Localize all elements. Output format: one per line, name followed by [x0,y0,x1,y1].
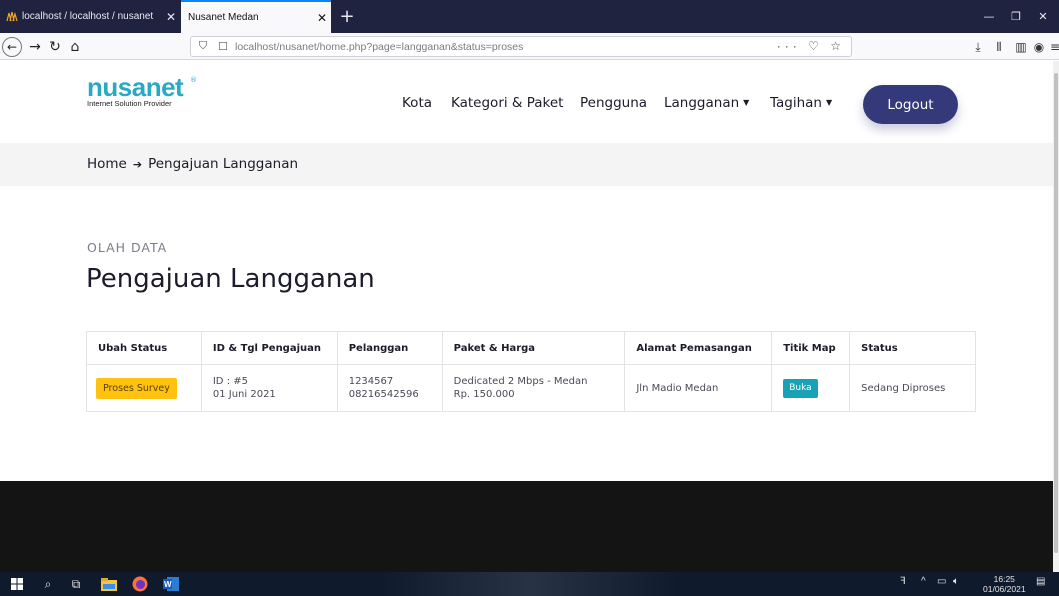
table-row: Proses Survey ID : #5 01 Juni 2021 123456… [86,364,976,412]
column-header: Paket & Harga [441,331,626,365]
page-info-icon[interactable]: ☐ [215,40,231,53]
vertical-scrollbar[interactable] [1053,61,1059,572]
pocket-icon[interactable]: ♡ [808,39,823,53]
reload-icon[interactable]: ↻ [44,36,66,58]
installation-address: Jln Madio Medan [624,364,773,412]
column-header: ID & Tgl Pengajuan [200,331,338,365]
close-tab-icon[interactable]: ✕ [313,11,331,25]
browser-tab-strip: localhost / localhost / nusanet ✕ Nusane… [0,0,1059,33]
scrollbar-thumb[interactable] [1054,73,1058,553]
request-id: ID : #5 [212,376,248,387]
system-clock[interactable]: 16:25 01/06/2021 [983,574,1026,594]
new-tab-icon[interactable]: + [334,0,360,33]
restore-icon[interactable]: ❐ [1003,0,1029,33]
menu-icon[interactable]: ≡ [1046,38,1059,56]
battery-icon[interactable]: ▭ [937,576,946,587]
taskbar-running-apps [380,572,680,596]
word-icon[interactable]: W [163,576,179,592]
search-icon[interactable]: ⌕ [40,576,56,592]
shield-icon[interactable]: ⛉ [195,40,211,53]
show-hidden-icons[interactable]: ^ [921,576,926,587]
proses-survey-button[interactable]: Proses Survey [96,377,177,399]
table-header-row: Ubah Status ID & Tgl Pengajuan Pelanggan… [86,331,976,365]
url-path: /nusanet/home.php?page=langganan&status=… [276,40,524,53]
minimize-icon[interactable]: — [976,0,1002,33]
nav-item-langganan[interactable]: Langganan ▼ [664,95,749,111]
breadcrumb: Home ➔ Pengajuan Langganan [0,143,1053,186]
column-header: Alamat Pemasangan [624,331,773,365]
column-header: Ubah Status [86,331,202,365]
people-icon[interactable]: ꟻ [900,576,906,587]
task-view-icon[interactable]: ⧉ [68,576,84,592]
column-header: Pelanggan [336,331,443,365]
subscription-table: Ubah Status ID & Tgl Pengajuan Pelanggan… [86,331,976,412]
sidebar-icon[interactable]: ▥ [1012,38,1030,56]
logo-text: nusa [87,72,146,102]
close-tab-icon[interactable]: ✕ [162,10,180,24]
nav-item-pengguna[interactable]: Pengguna [580,95,647,111]
arrow-right-icon: ➔ [132,158,143,171]
address-bar[interactable]: ⛉ ☐ localhost/nusanet/home.php?page=lang… [190,36,852,57]
open-map-button[interactable]: Buka [783,378,818,398]
file-explorer-icon[interactable] [101,576,117,592]
section-overline: OLAH DATA [87,240,168,255]
url-host: localhost [235,40,277,53]
windows-start-icon[interactable] [9,576,25,592]
browser-navbar: ← → ↻ ⌂ ⛉ ☐ localhost/nusanet/home.php?p… [0,33,1059,60]
logo-tagline: Internet Solution Provider [87,99,172,108]
customer-id: 1234567 [348,376,394,387]
nav-label: Tagihan [770,95,822,111]
nusanet-logo[interactable]: nusanet ® Internet Solution Provider [87,74,207,110]
nav-label: Langganan [664,95,740,111]
column-header: Titik Map [771,331,851,365]
logo-text: net [145,72,184,102]
browser-tab-phpmyadmin[interactable]: localhost / localhost / nusanet ✕ [0,0,180,33]
browser-tab-nusanet[interactable]: Nusanet Medan ✕ [181,0,331,33]
page-viewport: nusanet ® Internet Solution Provider Kot… [0,61,1053,572]
bookmark-star-icon[interactable]: ☆ [830,39,845,53]
package-price: Rp. 150.000 [453,389,515,400]
status-text: Sedang Diproses [849,364,976,412]
back-icon[interactable]: ← [2,37,22,57]
os-taskbar: ⌕ ⧉ W ꟻ ^ ▭ 🔈︎ 16:25 01/06/2021 ▤ [0,572,1059,596]
column-header: Status [849,331,976,365]
forward-icon[interactable]: → [24,36,46,58]
breadcrumb-home[interactable]: Home [87,156,127,172]
phpmyadmin-icon [6,11,18,22]
logout-button[interactable]: Logout [863,85,958,124]
home-icon[interactable]: ⌂ [64,36,86,58]
close-window-icon[interactable]: ✕ [1030,0,1056,33]
nav-item-kota[interactable]: Kota [402,95,432,111]
customer-phone: 08216542596 [348,389,419,400]
breadcrumb-current: Pengajuan Langganan [148,156,299,172]
tab-title: Nusanet Medan [188,12,259,23]
downloads-icon[interactable]: ⤓ [969,38,987,56]
volume-icon[interactable]: 🔈︎ [953,576,959,587]
firefox-icon[interactable] [132,576,148,592]
nav-item-kategori-paket[interactable]: Kategori & Paket [451,95,563,111]
caret-down-icon: ▼ [826,98,833,107]
page-title: Pengajuan Langganan [86,264,375,294]
request-date: 01 Juni 2021 [212,389,276,400]
page-actions-icon[interactable]: ··· [777,39,801,53]
svg-text:W: W [164,580,172,589]
library-icon[interactable]: ⦀ [990,38,1008,56]
page-footer [0,481,1053,572]
notifications-icon[interactable]: ▤ [1036,576,1045,587]
clock-time: 16:25 [993,574,1015,584]
clock-date: 01/06/2021 [983,584,1026,594]
caret-down-icon: ▼ [743,98,750,107]
logo-registered-mark: ® [190,76,197,84]
package-name: Dedicated 2 Mbps - Medan [453,376,588,387]
tab-title: localhost / localhost / nusanet [22,11,154,22]
nav-item-tagihan[interactable]: Tagihan ▼ [770,95,832,111]
